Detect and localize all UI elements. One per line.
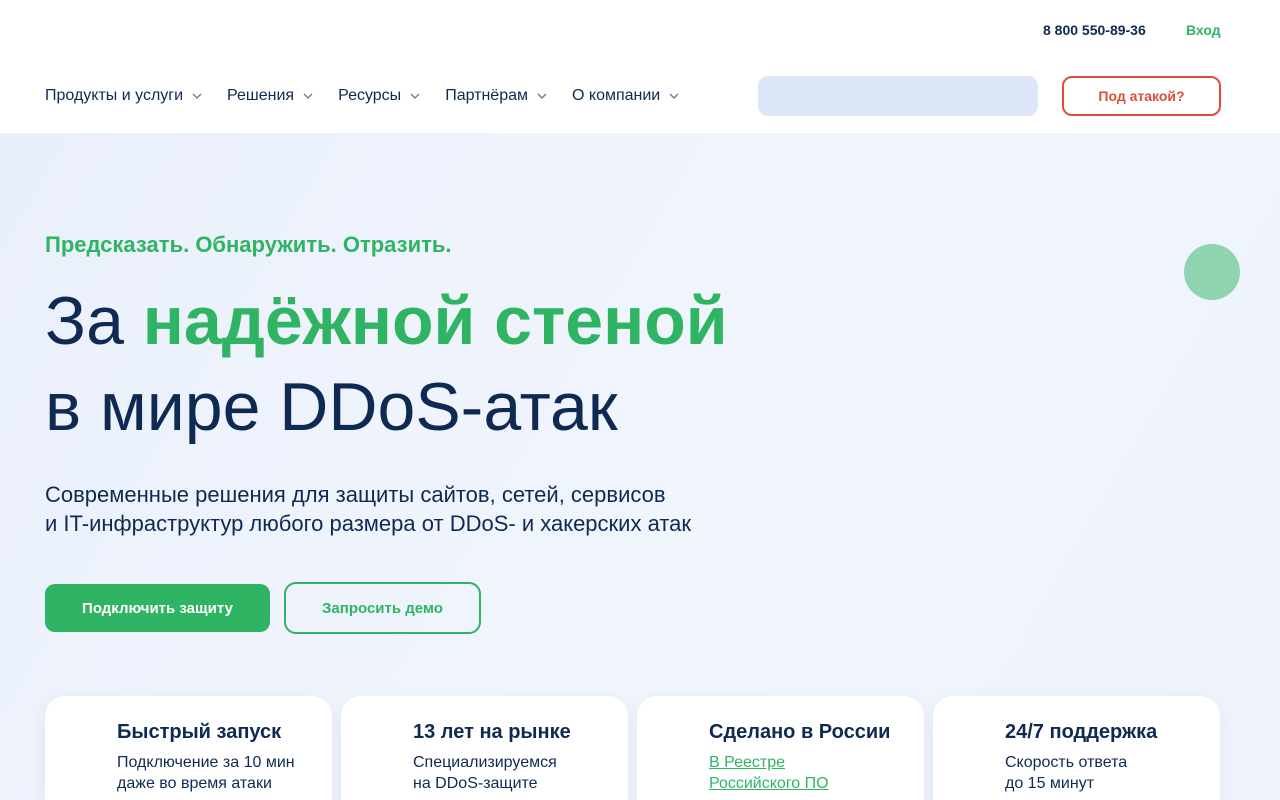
card-text: В Реестре Российского ПО [709,752,909,794]
feature-card-support: 24/7 поддержка Скорость ответа до 15 мин… [933,696,1220,800]
chevron-down-icon [668,90,680,102]
card-title: 24/7 поддержка [1005,721,1158,743]
nav-item-products[interactable]: Продукты и услуги [45,87,203,105]
nav-item-label: Партнёрам [445,87,528,104]
card-text: Подключение за 10 мин даже во время атак… [117,752,317,794]
nav-item-label: Продукты и услуги [45,87,184,104]
nav-item-label: Ресурсы [338,87,402,104]
registry-link[interactable]: Российского ПО [709,773,909,794]
nav-item-solutions[interactable]: Решения [227,87,314,105]
connect-protection-button[interactable]: Подключить защиту [45,584,270,632]
subtitle-line1: Современные решения для защиты сайтов, с… [45,482,666,507]
login-link[interactable]: Вход [1186,22,1221,38]
nav-item-label: О компании [572,87,661,104]
card-line: Специализируемся [413,754,557,771]
headline-accent: надёжной стеной [142,283,728,359]
feature-card-experience: 13 лет на рынке Специализируемся на DDoS… [341,696,628,800]
phone-number[interactable]: 8 800 550-89-36 [1043,22,1146,38]
card-text: Специализируемся на DDoS-защите [413,752,613,794]
hero-subtitle: Современные решения для защиты сайтов, с… [45,480,805,538]
feature-cards: Быстрый запуск Подключение за 10 мин даж… [45,696,1229,800]
request-demo-button[interactable]: Запросить демо [284,582,481,634]
nav-item-partners[interactable]: Партнёрам [445,87,548,105]
card-line: до 15 минут [1005,775,1095,792]
headline-line2: в мире DDoS-атак [45,369,618,445]
chat-bubble-icon[interactable] [1184,244,1240,300]
chevron-down-icon [191,90,203,102]
main-nav: Продукты и услуги Решения Ресурсы Партнё… [45,76,704,116]
hero-tagline: Предсказать. Обнаружить. Отразить. [45,232,452,257]
card-title: Быстрый запуск [117,721,282,743]
chevron-down-icon [302,90,314,102]
nav-item-about[interactable]: О компании [572,87,680,105]
feature-card-fast-start: Быстрый запуск Подключение за 10 мин даж… [45,696,332,800]
card-line: Скорость ответа [1005,754,1128,771]
headline-prefix: За [45,283,143,359]
card-title: Сделано в России [709,721,891,743]
hero-headline: За надёжной стеной в мире DDoS-атак [45,278,728,450]
chevron-down-icon [536,90,548,102]
nav-item-label: Решения [227,87,295,104]
under-attack-button[interactable]: Под атакой? [1062,76,1221,116]
subtitle-line2: и IT-инфраструктур любого размера от DDo… [45,511,692,536]
feature-card-made-in-russia: Сделано в России В Реестре Российского П… [637,696,924,800]
card-line: Подключение за 10 мин [117,754,295,771]
nav-item-resources[interactable]: Ресурсы [338,87,421,105]
chevron-down-icon [409,90,421,102]
card-line: на DDoS-защите [413,775,538,792]
top-bar: 8 800 550-89-36 Вход [0,0,1280,60]
card-line: даже во время атаки [117,775,272,792]
search-input[interactable] [758,76,1038,116]
card-title: 13 лет на рынке [413,721,571,743]
registry-link[interactable]: В Реестре [709,752,909,773]
card-text: Скорость ответа до 15 минут [1005,752,1205,794]
